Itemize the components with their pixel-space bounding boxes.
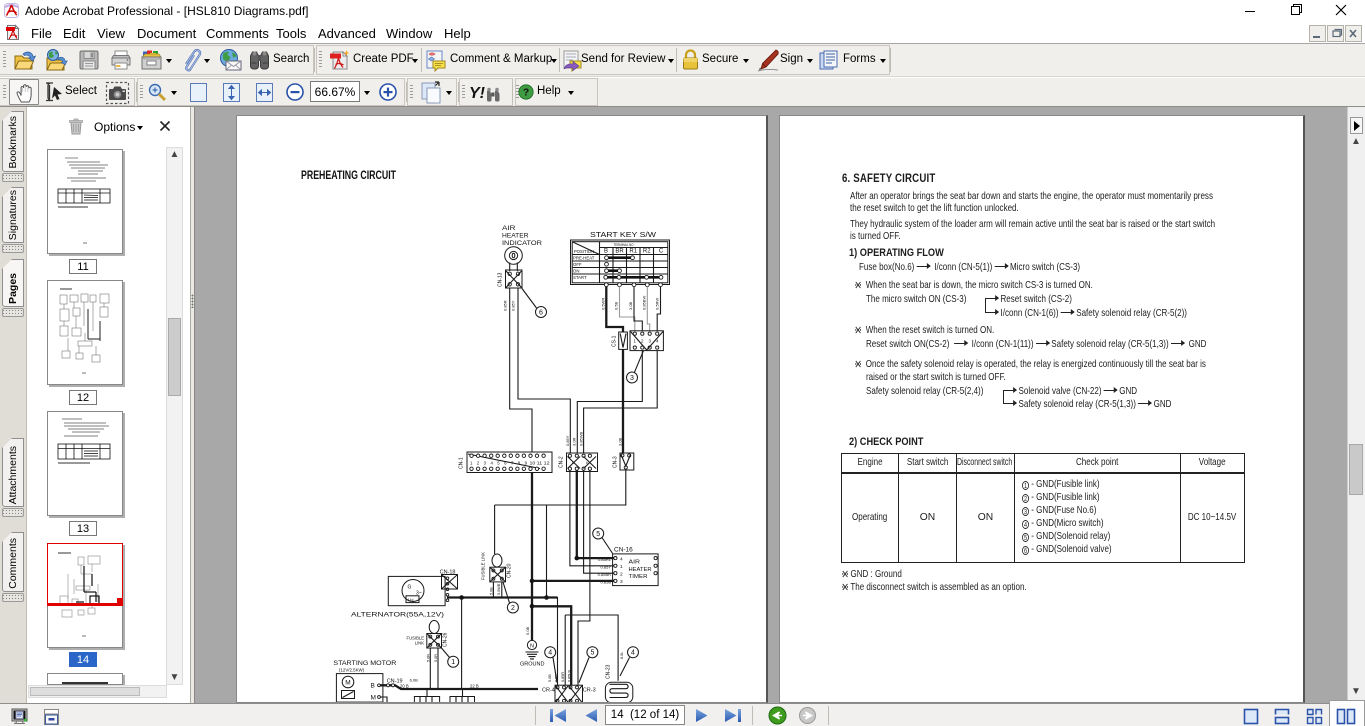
svg-text:BR: BR <box>615 249 624 255</box>
svg-text:TERMINAL NO: TERMINAL NO <box>614 243 634 247</box>
svg-text:CN-1: CN-1 <box>459 457 465 469</box>
svg-text:M: M <box>345 680 350 687</box>
svg-text:b: b <box>586 461 588 465</box>
svg-text:1: 1 <box>620 564 623 570</box>
svg-text:0.85Y: 0.85Y <box>511 300 516 311</box>
svg-text:0.5RW: 0.5RW <box>655 298 660 310</box>
svg-text:3: 3 <box>630 375 634 382</box>
svg-text:0.85R: 0.85R <box>561 672 565 682</box>
svg-text:CR-4: CR-4 <box>542 688 555 694</box>
svg-text:M: M <box>371 695 376 702</box>
svg-text:FUSIBLE LINK: FUSIBLE LINK <box>481 552 486 580</box>
svg-text:20 B: 20 B <box>400 683 409 688</box>
svg-text:1 2 3 4 5 6 7 8 9: 1 2 3 4 5 6 7 8 9 <box>470 460 528 465</box>
svg-text:CN-16: CN-16 <box>614 547 633 554</box>
svg-text:4: 4 <box>548 650 552 657</box>
svg-text:5: 5 <box>590 650 594 657</box>
svg-text:22 B: 22 B <box>470 683 479 688</box>
svg-text:2: 2 <box>511 605 515 612</box>
svg-text:N: N <box>530 644 534 650</box>
svg-text:START: START <box>573 275 587 280</box>
svg-text:CN-23: CN-23 <box>606 664 612 679</box>
svg-text:6: 6 <box>539 310 543 317</box>
svg-text:6.0B: 6.0B <box>410 678 419 683</box>
svg-text:CR-3: CR-3 <box>583 688 596 694</box>
svg-text:5: 5 <box>596 531 600 538</box>
svg-text:CN-26: CN-26 <box>443 632 449 647</box>
svg-text:ON: ON <box>573 269 579 274</box>
svg-text:0.85R: 0.85R <box>503 300 508 311</box>
svg-text:B: B <box>604 249 608 255</box>
svg-text:STARTING MOTOR: STARTING MOTOR <box>333 660 397 667</box>
svg-text:HEATER: HEATER <box>502 233 529 240</box>
svg-text:HEATER: HEATER <box>629 567 652 573</box>
svg-text:0.85BR: 0.85BR <box>598 572 611 577</box>
svg-text:CS-1: CS-1 <box>612 335 618 347</box>
svg-text:5.0R: 5.0R <box>427 654 431 662</box>
svg-text:10 11 12: 10 11 12 <box>530 460 551 465</box>
svg-text:3: 3 <box>648 339 651 344</box>
svg-text:4: 4 <box>620 556 623 562</box>
svg-text:0.85Y: 0.85Y <box>601 564 612 569</box>
svg-text:1: 1 <box>634 339 637 344</box>
svg-text:ALTERNATOR(55A,12V): ALTERNATOR(55A,12V) <box>351 612 444 619</box>
svg-text:0.5B: 0.5B <box>614 301 619 310</box>
svg-text:0.85BW: 0.85BW <box>641 296 646 310</box>
svg-text:PREHEATING CIRCUIT: PREHEATING CIRCUIT <box>301 168 396 182</box>
svg-text:CN-2: CN-2 <box>559 456 565 468</box>
svg-text:PRE-HEAT: PRE-HEAT <box>573 256 595 261</box>
svg-text:8.0L: 8.0L <box>620 652 624 659</box>
svg-text:(12V/2.5KW): (12V/2.5KW) <box>339 668 365 673</box>
svg-text:R2: R2 <box>643 249 651 255</box>
svg-text:3.0B: 3.0B <box>628 301 633 310</box>
svg-text:R1: R1 <box>629 249 637 255</box>
svg-text:1: 1 <box>451 659 455 666</box>
svg-text:B: B <box>371 683 375 690</box>
svg-text:5.0R: 5.0R <box>434 654 438 662</box>
svg-text:CN-13: CN-13 <box>498 272 504 287</box>
svg-text:5.0B: 5.0B <box>548 674 552 682</box>
svg-text:Y!: Y! <box>469 85 486 102</box>
svg-text:G: G <box>408 585 412 591</box>
svg-text:C: C <box>659 249 664 255</box>
svg-text:GROUND: GROUND <box>520 662 545 668</box>
svg-text:?: ? <box>523 88 529 99</box>
svg-text:START KEY S/W: START KEY S/W <box>590 230 656 239</box>
svg-text:2: 2 <box>620 571 623 577</box>
svg-text:2: 2 <box>641 339 644 344</box>
svg-text:AIR: AIR <box>629 560 641 566</box>
svg-text:POSITION: POSITION <box>574 249 594 254</box>
svg-text:TIMER: TIMER <box>629 574 648 580</box>
svg-text:LINK: LINK <box>415 641 425 646</box>
svg-text:3.0B: 3.0B <box>617 437 622 446</box>
svg-text:INDICATOR: INDICATOR <box>502 240 543 247</box>
svg-text:3.0R: 3.0R <box>571 437 576 446</box>
svg-text:5.0B: 5.0B <box>490 587 494 595</box>
svg-text:U<: U< <box>408 597 414 602</box>
svg-text:0.85Y: 0.85Y <box>565 435 570 446</box>
svg-text:CN-3: CN-3 <box>613 456 619 468</box>
svg-text:a: a <box>572 461 574 465</box>
svg-text:0.85LB: 0.85LB <box>568 669 572 682</box>
svg-text:CN-20: CN-20 <box>507 563 513 578</box>
svg-text:5.0B: 5.0B <box>525 626 530 635</box>
svg-text:OFF: OFF <box>573 262 582 267</box>
svg-text:AIR: AIR <box>502 225 516 232</box>
svg-text:3: 3 <box>620 579 623 585</box>
svg-text:0.85WB: 0.85WB <box>578 431 583 446</box>
svg-text:4: 4 <box>631 650 635 657</box>
svg-text:0.5WR: 0.5WR <box>600 298 605 310</box>
svg-text:5.0WB: 5.0WB <box>497 583 501 595</box>
